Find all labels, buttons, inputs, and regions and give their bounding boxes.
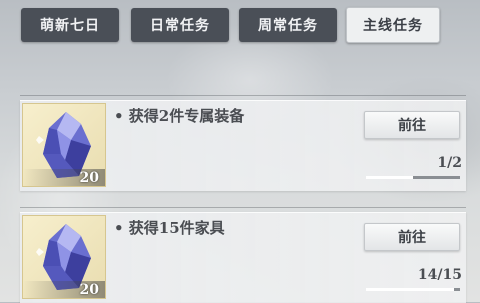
reward-count: 20 — [79, 282, 99, 298]
reward-slot[interactable]: 20 — [22, 103, 106, 187]
tab-newbie-seven-days[interactable]: 萌新七日 — [21, 8, 119, 42]
tab-daily-tasks[interactable]: 日常任务 — [131, 8, 229, 42]
go-button[interactable]: 前往 — [364, 111, 460, 139]
go-button[interactable]: 前往 — [364, 223, 460, 251]
progress-text: 1/2 — [437, 155, 462, 171]
task-card: 20 • 获得2件专属装备 前往 1/2 — [20, 95, 466, 191]
progress-fill — [366, 176, 413, 179]
progress-fill — [366, 288, 454, 291]
progress-text: 14/15 — [417, 267, 462, 283]
progress-bar — [366, 288, 460, 291]
task-description: • 获得15件家具 — [114, 219, 225, 237]
reward-count: 20 — [79, 170, 99, 186]
reward-slot[interactable]: 20 — [22, 215, 106, 299]
tab-weekly-tasks[interactable]: 周常任务 — [239, 8, 337, 42]
task-description: • 获得2件专属装备 — [114, 107, 245, 125]
progress-bar — [366, 176, 460, 179]
task-card: 20 • 获得15件家具 前往 14/15 — [20, 207, 466, 303]
tab-main-tasks[interactable]: 主线任务 — [346, 7, 440, 43]
